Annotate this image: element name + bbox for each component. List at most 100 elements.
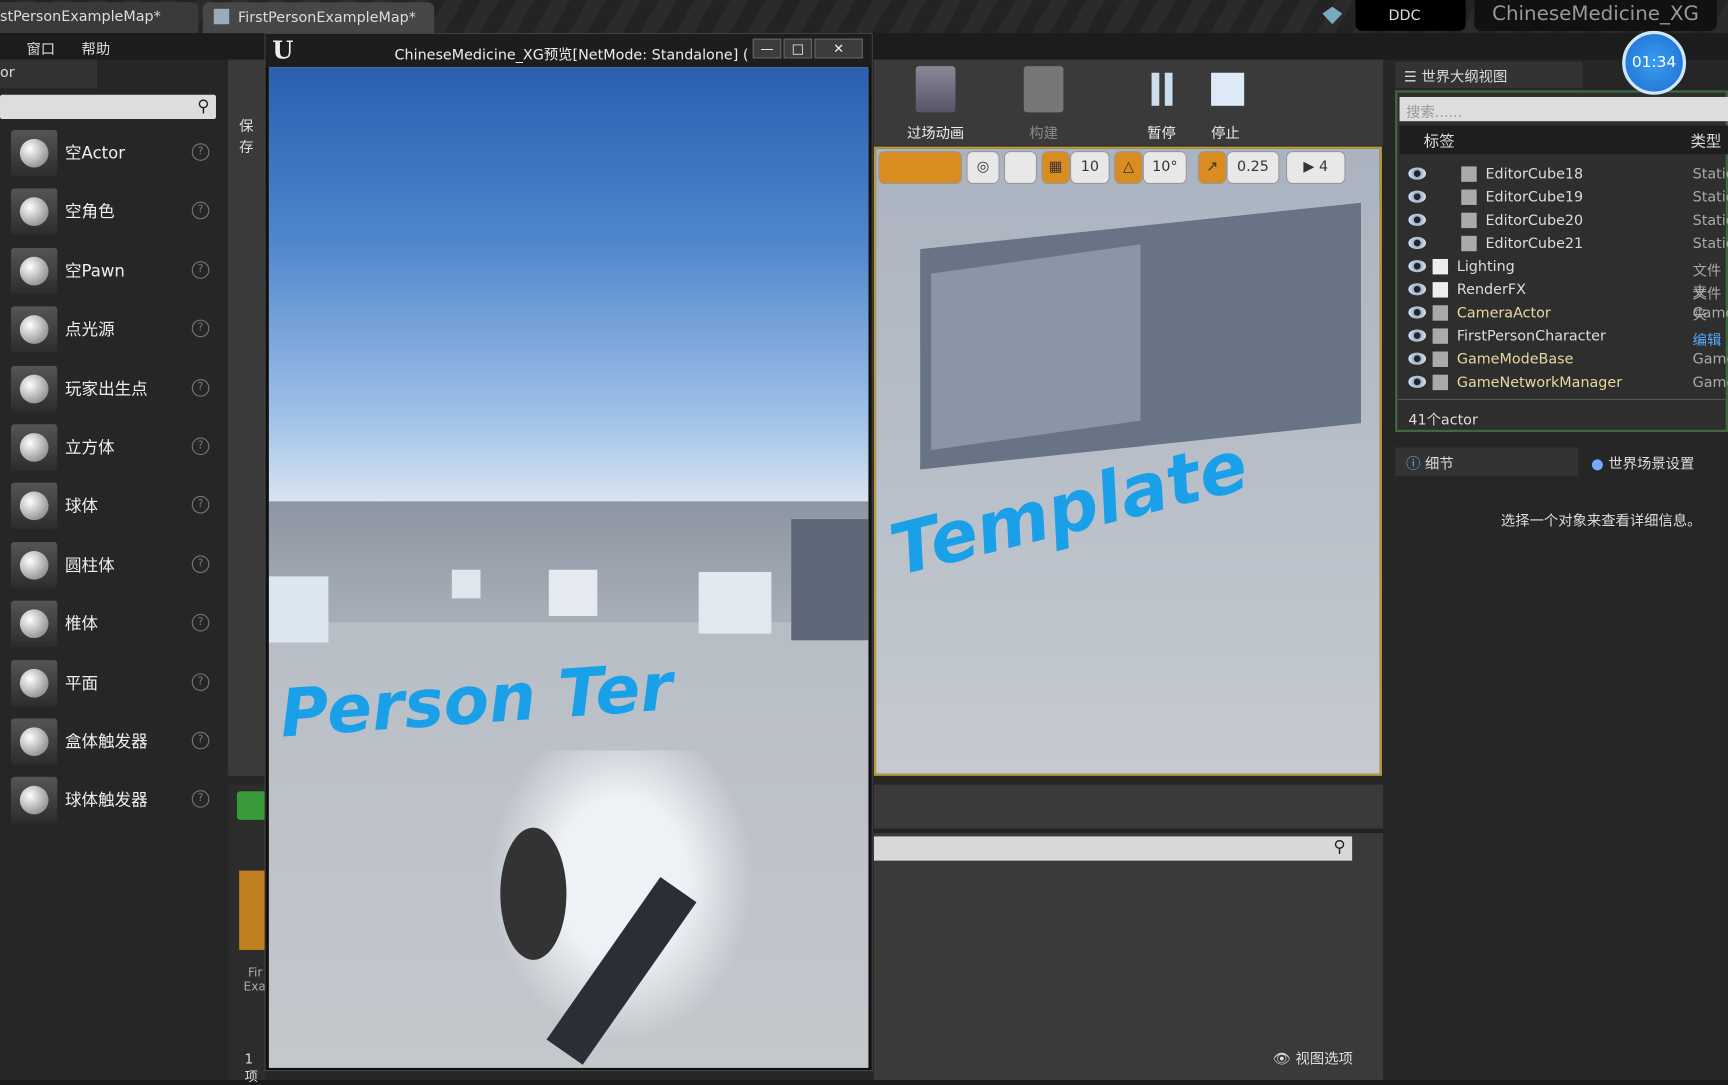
rotate-size[interactable]: 10° xyxy=(1142,150,1187,185)
pause-button[interactable]: 暂停 xyxy=(1147,121,1176,143)
tab-map-2[interactable]: FirstPersonExampleMap* xyxy=(202,2,435,34)
game-viewport[interactable]: Person Ter xyxy=(268,67,869,1068)
game-preview-window[interactable]: U ChineseMedicine_XG预览[NetMode: Standalo… xyxy=(264,33,873,1072)
actor-thumbnail-icon xyxy=(11,600,58,648)
actor-item[interactable]: 空角色? xyxy=(9,184,216,239)
actor-icon xyxy=(1432,351,1449,367)
outliner-row[interactable]: FirstPersonCharacter 编辑 xyxy=(1397,325,1728,350)
outliner-row[interactable]: EditorCube19 Static xyxy=(1397,186,1728,209)
folder-icon xyxy=(1432,258,1449,275)
details-tab[interactable]: ⓘ 细节 xyxy=(1395,447,1579,477)
tab-map-1[interactable]: stPersonExampleMap* xyxy=(0,2,199,34)
view-options-button[interactable]: 👁 视图选项 xyxy=(1273,1047,1353,1068)
help-icon[interactable]: ? xyxy=(191,555,210,573)
row-type[interactable]: 编辑 xyxy=(1693,328,1722,350)
pause-icon[interactable] xyxy=(1151,72,1160,106)
outliner-row[interactable]: RenderFX 文件夹 xyxy=(1397,279,1728,324)
help-icon[interactable]: ? xyxy=(191,143,210,161)
save-button-partial[interactable]: 保存 xyxy=(239,115,265,156)
actor-label: 平面 xyxy=(65,672,99,693)
world-settings-tab[interactable]: ● 世界场景设置 xyxy=(1582,447,1728,477)
outliner-row[interactable]: EditorCube20 Static xyxy=(1397,209,1728,232)
outliner-row[interactable]: EditorCube21 Static xyxy=(1397,233,1728,256)
build-icon[interactable] xyxy=(1023,66,1064,113)
cinematics-icon[interactable] xyxy=(915,66,956,113)
cinematics-button[interactable]: 过场动画 xyxy=(907,121,964,143)
visibility-eye-icon[interactable] xyxy=(1408,306,1426,319)
actor-label: 立方体 xyxy=(65,437,115,458)
world-local-icon[interactable]: ◎ xyxy=(966,150,1000,185)
help-icon[interactable]: ? xyxy=(191,731,210,750)
scale-snap-icon[interactable]: ↗ xyxy=(1197,150,1227,185)
asset-thumbnail[interactable] xyxy=(239,870,266,950)
outliner-tab[interactable]: ☰ 世界大纲视图 xyxy=(1395,61,1583,89)
minimize-button[interactable]: — xyxy=(752,38,782,59)
help-icon[interactable]: ? xyxy=(191,790,210,809)
outliner-row[interactable]: Lighting 文件夹 xyxy=(1397,256,1728,301)
visibility-eye-icon[interactable] xyxy=(1408,260,1426,273)
help-icon[interactable]: ? xyxy=(191,378,210,397)
outliner-row[interactable]: CameraActor Camer xyxy=(1397,302,1728,325)
stop-icon[interactable] xyxy=(1211,72,1245,106)
actor-item[interactable]: 玩家出生点? xyxy=(9,361,216,416)
rotate-snap-icon[interactable]: △ xyxy=(1114,150,1143,185)
visibility-eye-icon[interactable] xyxy=(1408,190,1426,203)
help-icon[interactable]: ? xyxy=(191,260,210,279)
ddc-button[interactable]: DDC xyxy=(1355,0,1466,31)
actor-thumbnail-icon xyxy=(11,188,58,236)
level-viewport[interactable]: Template ◎ ▦ 10 △ 10° ↗ 0.25 ▶ 4 xyxy=(873,146,1382,776)
actor-item[interactable]: 椎体? xyxy=(9,596,216,651)
stop-button[interactable]: 停止 xyxy=(1211,121,1240,143)
outliner-search-input[interactable]: 搜索...... xyxy=(1399,96,1728,122)
build-button[interactable]: 构建 xyxy=(1029,121,1058,143)
surface-snap-icon[interactable] xyxy=(1003,150,1037,185)
game-window-titlebar[interactable]: U ChineseMedicine_XG预览[NetMode: Standalo… xyxy=(265,34,872,68)
tab-label: stPersonExampleMap* xyxy=(0,8,161,26)
main-toolbar: 过场动画 构建 暂停 停止 xyxy=(873,59,1384,146)
content-search-input[interactable]: ⚲ xyxy=(873,836,1353,861)
grid-snap-icon[interactable]: ▦ xyxy=(1041,150,1071,185)
visibility-eye-icon[interactable] xyxy=(1408,167,1426,180)
actor-item[interactable]: 平面? xyxy=(9,655,216,710)
panel-tab[interactable]: or xyxy=(0,59,97,89)
visibility-eye-icon[interactable] xyxy=(1408,352,1426,365)
actor-item[interactable]: 立方体? xyxy=(9,420,216,475)
column-type[interactable]: 类型 xyxy=(1690,130,1721,152)
help-icon[interactable]: ? xyxy=(191,319,210,338)
menu-window[interactable]: 窗口 xyxy=(26,37,55,59)
actor-item[interactable]: 球体? xyxy=(9,479,216,534)
help-icon[interactable]: ? xyxy=(191,496,210,514)
actor-label: 球体 xyxy=(65,496,99,517)
visibility-eye-icon[interactable] xyxy=(1408,329,1426,342)
actor-item[interactable]: 球体触发器? xyxy=(9,773,216,828)
camera-speed[interactable]: ▶ 4 xyxy=(1286,150,1346,185)
column-label[interactable]: 标签 xyxy=(1424,130,1455,152)
actor-item[interactable]: 点光源? xyxy=(9,302,216,357)
visibility-eye-icon[interactable] xyxy=(1408,283,1426,296)
grid-size[interactable]: 10 xyxy=(1070,150,1110,185)
help-icon[interactable]: ? xyxy=(191,437,210,456)
add-new-icon[interactable] xyxy=(236,791,266,820)
visibility-eye-icon[interactable] xyxy=(1408,236,1426,250)
outliner-row[interactable]: EditorCube18 Static xyxy=(1397,163,1728,186)
menu-help[interactable]: 帮助 xyxy=(82,37,111,59)
actor-item[interactable]: 盒体触发器? xyxy=(9,714,216,769)
help-icon[interactable]: ? xyxy=(191,672,210,691)
actor-thumbnail-icon xyxy=(11,130,58,177)
close-button[interactable]: ✕ xyxy=(814,38,863,59)
visibility-eye-icon[interactable] xyxy=(1408,213,1426,226)
outliner-row[interactable]: GameNetworkManager Gamel xyxy=(1397,371,1728,394)
scale-size[interactable]: 0.25 xyxy=(1226,150,1280,185)
help-icon[interactable]: ? xyxy=(191,614,210,632)
search-input[interactable]: ⚲ xyxy=(0,94,216,120)
actor-item[interactable]: 空Pawn? xyxy=(9,243,216,298)
actor-item[interactable]: 圆柱体? xyxy=(9,538,216,593)
pause-icon[interactable] xyxy=(1164,72,1173,106)
maximize-button[interactable]: □ xyxy=(783,38,813,59)
transform-tools[interactable] xyxy=(878,150,963,185)
row-name: RenderFX xyxy=(1456,282,1526,299)
help-icon[interactable]: ? xyxy=(191,202,210,220)
outliner-row[interactable]: GameModeBase Gamel xyxy=(1397,348,1728,371)
visibility-eye-icon[interactable] xyxy=(1408,375,1426,388)
actor-item[interactable]: 空Actor? xyxy=(9,126,216,181)
